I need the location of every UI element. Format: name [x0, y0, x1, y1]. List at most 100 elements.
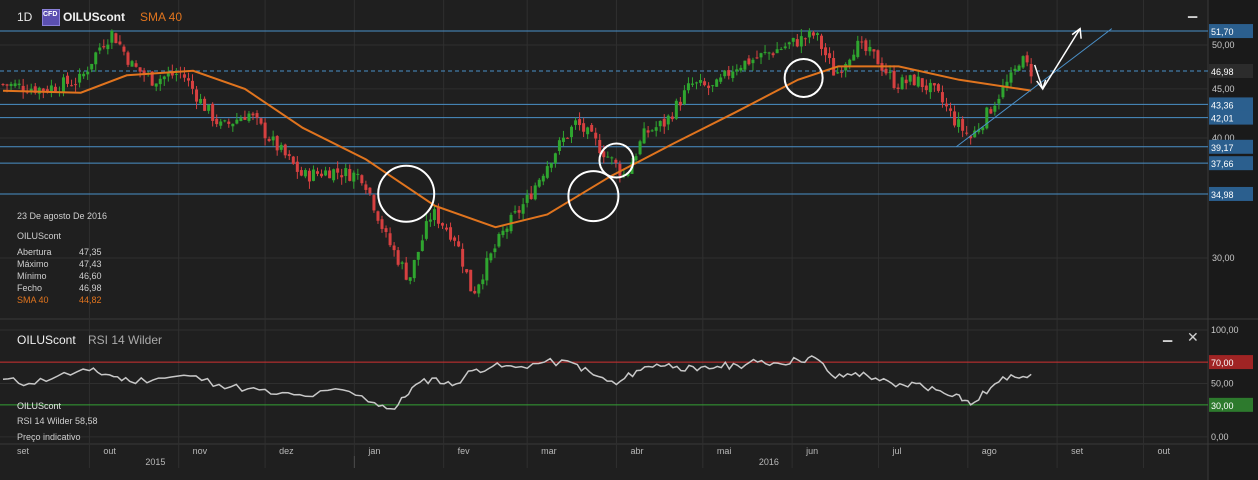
candle-up[interactable] [271, 136, 275, 141]
candle-down[interactable] [803, 38, 807, 40]
candle-down[interactable] [267, 138, 271, 141]
candle-up[interactable] [94, 52, 98, 65]
candle-up[interactable] [719, 77, 723, 82]
candle-down[interactable] [876, 50, 880, 65]
candle-down[interactable] [924, 85, 928, 91]
candle-up[interactable] [493, 248, 497, 253]
candle-up[interactable] [78, 73, 82, 83]
candle-up[interactable] [166, 73, 170, 77]
candle-up[interactable] [420, 240, 424, 251]
candle-down[interactable] [453, 237, 457, 241]
candle-up[interactable] [17, 83, 21, 86]
candle-down[interactable] [896, 87, 900, 89]
candle-down[interactable] [965, 132, 969, 134]
candle-up[interactable] [247, 113, 251, 121]
candle-up[interactable] [533, 185, 537, 200]
candle-down[interactable] [989, 109, 993, 114]
candle-down[interactable] [904, 79, 908, 84]
candle-up[interactable] [783, 46, 787, 49]
candle-down[interactable] [328, 170, 332, 179]
candle-down[interactable] [396, 250, 400, 265]
candle-up[interactable] [477, 284, 481, 294]
close-icon[interactable]: ✕ [1187, 329, 1199, 346]
candle-up[interactable] [239, 118, 243, 122]
minimize-icon[interactable]: ▁ [1188, 4, 1197, 18]
candle-up[interactable] [521, 204, 525, 214]
candle-down[interactable] [436, 207, 440, 224]
candle-up[interactable] [836, 72, 840, 74]
candle-down[interactable] [811, 32, 815, 36]
candle-down[interactable] [114, 33, 118, 44]
candle-up[interactable] [779, 48, 783, 50]
candle-up[interactable] [485, 257, 489, 281]
candle-up[interactable] [231, 123, 235, 127]
candle-up[interactable] [666, 115, 670, 125]
candle-down[interactable] [884, 68, 888, 74]
candle-up[interactable] [731, 71, 735, 79]
rsi-indicator-label[interactable]: RSI 14 Wilder [88, 333, 162, 347]
candle-down[interactable] [594, 132, 598, 139]
candle-up[interactable] [162, 76, 166, 80]
candle-down[interactable] [864, 40, 868, 51]
candle-up[interactable] [985, 107, 989, 129]
candle-down[interactable] [360, 175, 364, 184]
candle-down[interactable] [259, 118, 263, 124]
candle-down[interactable] [287, 154, 291, 157]
candle-down[interactable] [440, 223, 444, 226]
candle-up[interactable] [553, 153, 557, 164]
candle-down[interactable] [255, 113, 259, 118]
candle-up[interactable] [686, 83, 690, 91]
candle-up[interactable] [767, 52, 771, 54]
candle-down[interactable] [53, 86, 57, 92]
candle-up[interactable] [497, 234, 501, 247]
candle-down[interactable] [961, 119, 965, 131]
candle-up[interactable] [223, 120, 227, 122]
candle-down[interactable] [243, 116, 247, 120]
candle-up[interactable] [324, 170, 328, 176]
candle-down[interactable] [828, 53, 832, 59]
candle-up[interactable] [900, 77, 904, 90]
candle-up[interactable] [751, 59, 755, 64]
candle-down[interactable] [182, 74, 186, 78]
candle-up[interactable] [557, 140, 561, 152]
candle-up[interactable] [86, 71, 90, 75]
candle-up[interactable] [699, 80, 703, 83]
candle-up[interactable] [654, 127, 658, 131]
candle-up[interactable] [110, 30, 114, 43]
candle-up[interactable] [791, 37, 795, 42]
candle-up[interactable] [634, 156, 638, 161]
candle-down[interactable] [949, 108, 953, 111]
candle-up[interactable] [545, 166, 549, 178]
candle-down[interactable] [461, 248, 465, 267]
candle-down[interactable] [940, 92, 944, 103]
chart-canvas[interactable]: set out nov dez jan fev mar abr mai jun jul ago set o… [0, 0, 1258, 480]
candle-down[interactable] [307, 170, 311, 182]
candle-up[interactable] [541, 175, 545, 182]
candle-down[interactable] [364, 184, 368, 190]
candle-up[interactable] [489, 253, 493, 261]
candle-down[interactable] [529, 193, 533, 199]
candle-down[interactable] [517, 210, 521, 213]
candle-up[interactable] [513, 211, 517, 213]
candle-down[interactable] [932, 83, 936, 86]
candle-down[interactable] [457, 241, 461, 247]
candle-down[interactable] [295, 161, 299, 172]
candle-up[interactable] [735, 69, 739, 72]
candle-down[interactable] [203, 98, 207, 111]
candle-up[interactable] [505, 228, 509, 232]
candle-down[interactable] [912, 74, 916, 86]
candle-up[interactable] [356, 173, 360, 175]
candle-down[interactable] [920, 78, 924, 88]
candle-down[interactable] [340, 175, 344, 178]
candle-down[interactable] [755, 57, 759, 59]
candle-up[interactable] [525, 194, 529, 203]
candle-up[interactable] [739, 67, 743, 71]
candle-up[interactable] [352, 172, 356, 182]
candle-up[interactable] [775, 49, 779, 54]
candle-up[interactable] [303, 170, 307, 177]
candle-down[interactable] [953, 111, 957, 126]
candle-down[interactable] [384, 228, 388, 232]
candle-up[interactable] [574, 120, 578, 125]
candle-up[interactable] [154, 83, 158, 87]
timeframe-label[interactable]: 1D [17, 10, 32, 24]
